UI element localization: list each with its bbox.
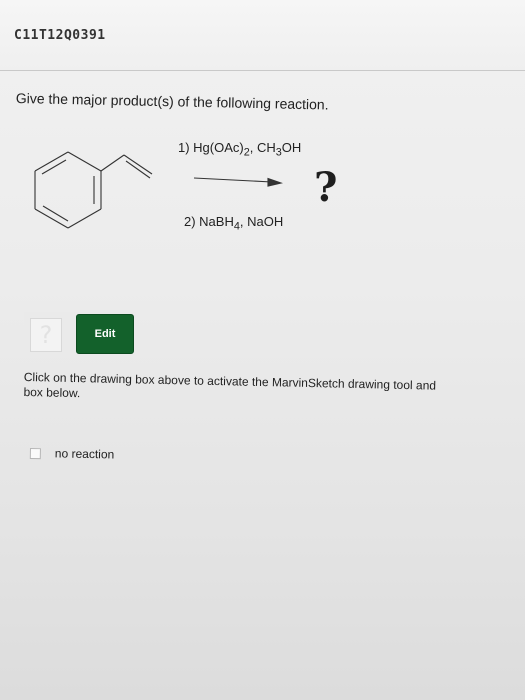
reaction-arrow	[193, 177, 283, 187]
no-reaction-checkbox[interactable]	[29, 447, 41, 459]
no-reaction-label: no reaction	[54, 446, 115, 462]
reagent-step-2: 2) NaBH4, NaOH	[184, 214, 284, 233]
header-divider	[0, 70, 525, 71]
edit-button[interactable]: Edit	[76, 314, 134, 354]
no-reaction-option[interactable]: no reaction	[29, 446, 115, 462]
styrene-structure	[34, 151, 153, 229]
question-text: Give the major product(s) of the followi…	[15, 90, 329, 113]
product-question-mark: ?	[314, 164, 338, 211]
answer-placeholder-icon[interactable]: ?	[30, 318, 62, 352]
reagent-step-1: 1) Hg(OAc)2, CH3OH	[178, 140, 302, 159]
problem-id: C11T12Q0391	[14, 28, 106, 43]
instructions-text: Click on the drawing box above to activa…	[23, 370, 525, 411]
